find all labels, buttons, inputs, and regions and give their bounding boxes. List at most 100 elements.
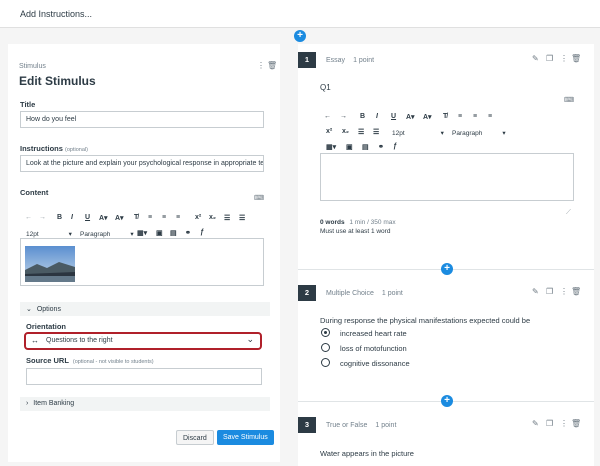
options-label: Options: [36, 306, 61, 313]
question-type: Essay 1 point: [326, 57, 374, 64]
align-right-icon[interactable]: ≡: [176, 214, 180, 221]
highlight-icon[interactable]: A▾: [423, 113, 432, 121]
image-icon[interactable]: ▣: [156, 229, 163, 237]
bullet-list-icon[interactable]: ☰: [224, 214, 230, 222]
copy-icon[interactable]: ❐: [546, 54, 553, 63]
italic-icon[interactable]: I: [71, 214, 73, 221]
numbered-list-icon[interactable]: ☰: [239, 214, 245, 222]
superscript-icon[interactable]: x²: [326, 128, 332, 135]
source-url-input[interactable]: [26, 368, 262, 385]
answer-editor[interactable]: [320, 153, 574, 201]
media-icon[interactable]: ▤: [362, 143, 369, 151]
word-count: 0 words 1 min / 350 max: [320, 219, 396, 226]
table-icon[interactable]: ▦▾: [137, 229, 147, 237]
copy-icon[interactable]: ❐: [546, 419, 553, 428]
question-points: 1 point: [375, 422, 397, 429]
save-stimulus-button[interactable]: Save Stimulus: [217, 430, 274, 445]
orientation-select[interactable]: ↔ Questions to the right ⌄: [24, 332, 262, 350]
keyboard-icon[interactable]: ⌨: [564, 96, 574, 104]
options-toggle[interactable]: ⌄ Options: [20, 302, 270, 316]
undo-icon[interactable]: ←: [25, 214, 32, 221]
media-icon[interactable]: ▤: [170, 229, 177, 237]
trash-icon[interactable]: 🗑: [571, 54, 581, 63]
edit-icon[interactable]: ✎: [532, 287, 539, 296]
edit-icon[interactable]: ✎: [532, 419, 539, 428]
bold-icon[interactable]: B: [360, 113, 365, 120]
radio-option[interactable]: [321, 328, 330, 337]
question-points: 1 point: [353, 57, 375, 64]
item-banking-toggle[interactable]: › Item Banking: [20, 397, 270, 411]
numbered-list-icon[interactable]: ☰: [373, 128, 379, 136]
clear-format-icon[interactable]: T̸: [134, 214, 138, 221]
link-icon[interactable]: ⚭: [378, 143, 384, 151]
text-color-icon[interactable]: A▾: [99, 214, 108, 222]
link-icon[interactable]: ⚭: [185, 229, 191, 237]
align-left-icon[interactable]: ≡: [148, 214, 152, 221]
redo-icon[interactable]: →: [39, 214, 46, 221]
bullet-list-icon[interactable]: ☰: [358, 128, 364, 136]
align-center-icon[interactable]: ≡: [473, 113, 477, 120]
option-label: increased heart rate: [340, 329, 407, 338]
trash-icon[interactable]: 🗑: [571, 419, 581, 428]
drag-handle-icon[interactable]: ⋮: [560, 419, 568, 428]
word-count-value: 0 words: [320, 219, 345, 226]
clear-format-icon[interactable]: T̸: [443, 113, 447, 120]
underline-icon[interactable]: U: [391, 113, 396, 120]
discard-button[interactable]: Discard: [176, 430, 214, 445]
align-right-icon[interactable]: ≡: [488, 113, 492, 120]
content-label: Content: [20, 188, 49, 197]
radio-option[interactable]: [321, 358, 330, 367]
superscript-icon[interactable]: x²: [195, 214, 201, 221]
question-type-text: Essay: [326, 57, 346, 64]
image-icon[interactable]: ▣: [346, 143, 353, 151]
questions-panel: 1 Essay 1 point ✎ ❐ ⋮ 🗑 Q1 ⌨ ← → B I U A▾…: [298, 44, 594, 466]
paragraph-value: Paragraph: [80, 231, 111, 238]
stimulus-label: Stimulus: [19, 63, 46, 70]
equation-icon[interactable]: ƒ: [393, 143, 397, 150]
paragraph-value: Paragraph: [452, 130, 483, 137]
drag-handle-icon[interactable]: ⋮: [560, 287, 568, 296]
undo-icon[interactable]: ←: [324, 113, 331, 120]
radio-option[interactable]: [321, 343, 330, 352]
font-size-select[interactable]: 12pt ▾: [26, 230, 72, 238]
content-editor[interactable]: [20, 238, 264, 286]
keyboard-icon[interactable]: ⌨: [254, 194, 264, 202]
question-type-text: Multiple Choice: [326, 290, 374, 297]
title-label: Title: [20, 100, 36, 109]
add-item-button[interactable]: +: [294, 30, 306, 42]
font-size-select[interactable]: 12pt ▾: [392, 129, 444, 137]
orientation-value: Questions to the right: [46, 337, 113, 344]
redo-icon[interactable]: →: [340, 113, 347, 120]
subscript-icon[interactable]: x₂: [209, 214, 216, 221]
paragraph-select[interactable]: Paragraph ▾: [80, 230, 134, 238]
italic-icon[interactable]: I: [376, 113, 378, 120]
source-url-label: Source URL (optional - not visible to st…: [26, 356, 154, 365]
text-color-icon[interactable]: A▾: [406, 113, 415, 121]
add-item-button[interactable]: +: [441, 395, 453, 407]
align-center-icon[interactable]: ≡: [162, 214, 166, 221]
underline-icon[interactable]: U: [85, 214, 90, 221]
trash-icon[interactable]: 🗑: [267, 61, 277, 70]
highlight-icon[interactable]: A▾: [115, 214, 124, 222]
word-limit: 1 min / 350 max: [349, 219, 396, 226]
instructions-optional: (optional): [65, 147, 88, 153]
copy-icon[interactable]: ❐: [546, 287, 553, 296]
align-left-icon[interactable]: ≡: [458, 113, 462, 120]
bold-icon[interactable]: B: [57, 214, 62, 221]
add-item-button[interactable]: +: [441, 263, 453, 275]
edit-icon[interactable]: ✎: [532, 54, 539, 63]
resize-handle-icon[interactable]: ⟋: [566, 209, 571, 217]
subscript-icon[interactable]: x₂: [342, 128, 349, 135]
trash-icon[interactable]: 🗑: [571, 287, 581, 296]
drag-handle-icon[interactable]: ⋮: [560, 54, 568, 63]
question-number: 2: [298, 285, 316, 301]
add-instructions-link[interactable]: Add Instructions...: [20, 9, 92, 19]
equation-icon[interactable]: ƒ: [200, 229, 204, 236]
top-bar: Add Instructions...: [0, 0, 600, 28]
table-icon[interactable]: ▦▾: [326, 143, 336, 151]
instructions-input[interactable]: Look at the picture and explain your psy…: [20, 155, 264, 172]
instructions-label: Instructions (optional): [20, 144, 88, 153]
paragraph-select[interactable]: Paragraph ▾: [452, 129, 506, 137]
title-input[interactable]: How do you feel: [20, 111, 264, 128]
drag-handle-icon[interactable]: ⋮: [257, 61, 265, 70]
